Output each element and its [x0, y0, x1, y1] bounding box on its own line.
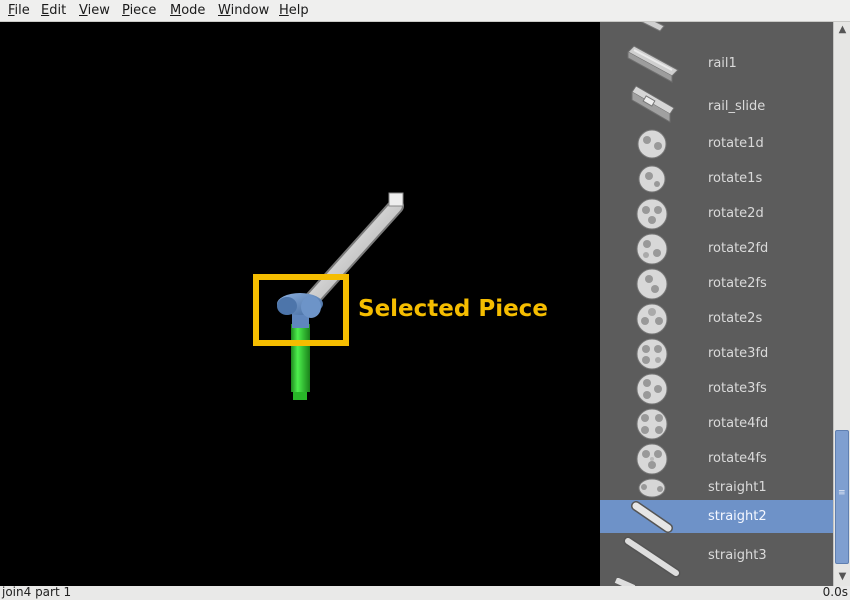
rotate-piece-icon	[636, 408, 668, 440]
rotate-piece-icon	[637, 129, 667, 159]
status-bar: join4 part 1 0.0s	[0, 585, 850, 600]
green-arm-end	[293, 392, 307, 400]
rack-piece-icon	[640, 22, 665, 32]
arm-end-connector	[388, 192, 404, 207]
rotate-piece-icon	[636, 233, 668, 265]
piece-row-rail-slide[interactable]: rail_slide	[600, 84, 833, 126]
menu-bar: File Edit View Piece Mode Window Help	[0, 0, 850, 22]
3d-viewport[interactable]: Selected Piece	[0, 22, 600, 586]
piece-row-rotate2d[interactable]: rotate2d	[600, 196, 833, 231]
menu-piece[interactable]: Piece	[122, 3, 156, 18]
piece-row-rotate3fs[interactable]: rotate3fs	[600, 371, 833, 406]
rotate-piece-icon	[638, 165, 666, 193]
piece-row-rotate3fd[interactable]: rotate3fd	[600, 336, 833, 371]
piece-row-straight3[interactable]: straight3	[600, 533, 833, 579]
piece-row-rotate4fd[interactable]: rotate4fd	[600, 406, 833, 441]
palette-scrollbar[interactable]: ▲ ≡ ▼	[833, 22, 850, 586]
straight-piece-icon	[631, 501, 673, 533]
grip-icon: ≡	[838, 488, 846, 498]
rotate-piece-icon	[636, 373, 668, 405]
piece-row-straight1[interactable]: straight1	[600, 476, 833, 500]
menu-view[interactable]: View	[79, 3, 110, 18]
scrollbar-thumb[interactable]: ≡	[835, 430, 849, 564]
piece-row-rotate1d[interactable]: rotate1d	[600, 126, 833, 161]
piece-row-rack[interactable]: rack	[600, 22, 833, 40]
rotate-piece-icon	[636, 338, 668, 370]
menu-mode[interactable]: Mode	[170, 3, 205, 18]
piece-row-rotate1s[interactable]: rotate1s	[600, 161, 833, 196]
piece-row-rotate2s[interactable]: rotate2s	[600, 301, 833, 336]
rotate-piece-icon	[636, 443, 668, 475]
selected-piece-label: Selected Piece	[358, 296, 548, 322]
piece-row-rotate2fd[interactable]: rotate2fd	[600, 231, 833, 266]
menu-help[interactable]: Help	[279, 3, 309, 18]
menu-edit[interactable]: Edit	[41, 3, 66, 18]
piece-row-rotate4fs[interactable]: rotate4fs	[600, 441, 833, 476]
menu-window[interactable]: Window	[218, 3, 269, 18]
rotate-piece-icon	[636, 303, 668, 335]
piece-row-straight2[interactable]: straight2	[600, 500, 833, 533]
piece-row-rotate2fs[interactable]: rotate2fs	[600, 266, 833, 301]
rail-slide-piece-icon	[631, 85, 675, 123]
menu-file[interactable]: File	[8, 3, 30, 18]
straight-piece-icon	[638, 478, 666, 498]
rotate-piece-icon	[636, 198, 668, 230]
straight-piece-icon	[623, 536, 681, 578]
scroll-up-icon[interactable]: ▲	[835, 22, 850, 38]
piece-palette: rack rail1 rail_slide rotate1d rotate1s	[600, 22, 833, 586]
scroll-down-icon[interactable]: ▼	[835, 569, 850, 585]
status-time-text: 0.0s	[822, 585, 848, 599]
partial-piece-icon	[614, 578, 636, 586]
piece-row-rail1[interactable]: rail1	[600, 40, 833, 84]
selected-piece-highlight	[253, 274, 349, 346]
rail-piece-icon	[627, 45, 679, 83]
status-selection-text: join4 part 1	[2, 585, 72, 599]
rotate-piece-icon	[636, 268, 668, 300]
